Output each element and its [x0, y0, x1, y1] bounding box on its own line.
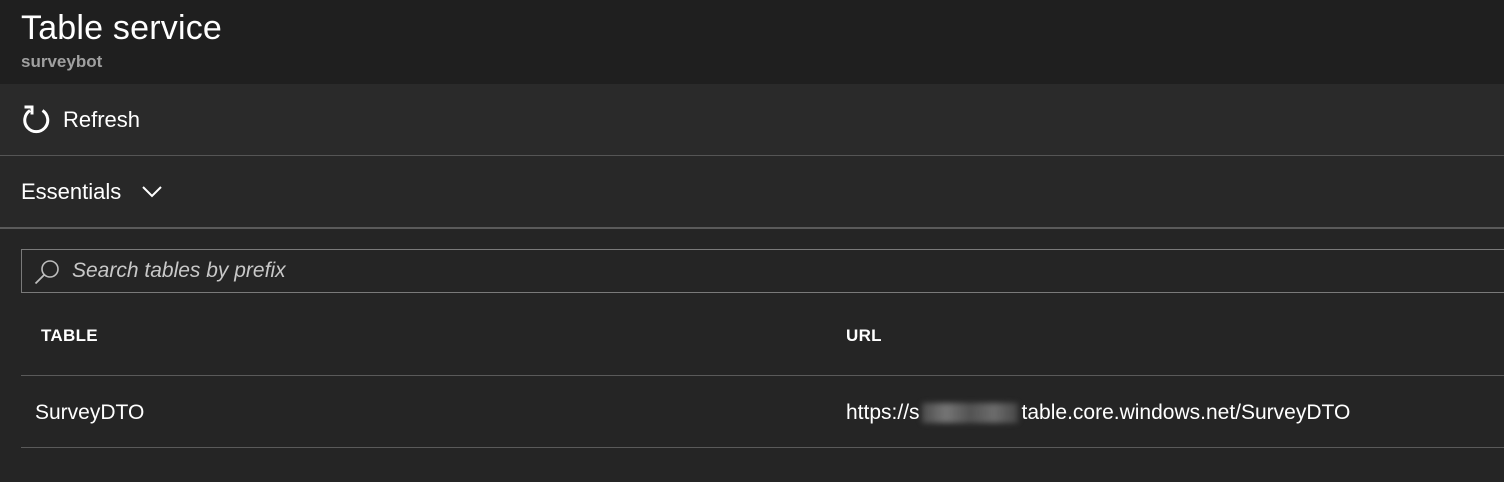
- table-header: TABLE URL: [21, 300, 1504, 376]
- essentials-section: Essentials: [0, 156, 1504, 229]
- table-name-cell: SurveyDTO: [35, 401, 145, 424]
- refresh-icon: [23, 105, 50, 134]
- page-title: Table service: [21, 9, 223, 47]
- page-subtitle: surveybot: [21, 52, 103, 71]
- search-input[interactable]: [72, 250, 1472, 292]
- url-suffix: table.core.windows.net/SurveyDTO: [1021, 401, 1351, 424]
- refresh-label: Refresh: [63, 107, 141, 132]
- chevron-down-icon: [142, 186, 162, 198]
- search-box: [21, 249, 1504, 293]
- command-bar: Refresh: [0, 84, 1504, 156]
- essentials-label: Essentials: [21, 179, 122, 204]
- blade-header: Table service surveybot: [0, 0, 1504, 84]
- table-row[interactable]: SurveyDTO https://s table.core.windows.n…: [21, 376, 1504, 448]
- table-url-cell: https://s table.core.windows.net/SurveyD…: [846, 401, 1350, 425]
- refresh-button[interactable]: Refresh: [20, 104, 140, 136]
- column-header-table[interactable]: TABLE: [41, 326, 98, 346]
- column-header-url[interactable]: URL: [846, 326, 882, 346]
- url-prefix: https://s: [846, 401, 920, 424]
- redacted-account-name: [921, 403, 1018, 423]
- search-icon: [34, 260, 59, 285]
- essentials-toggle[interactable]: Essentials: [21, 179, 163, 205]
